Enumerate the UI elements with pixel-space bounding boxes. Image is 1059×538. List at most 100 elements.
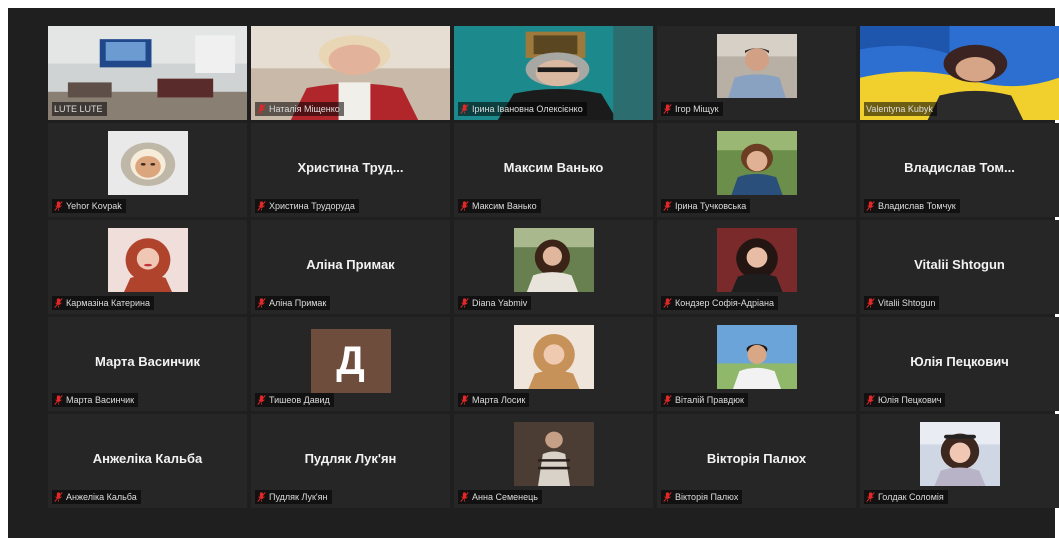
participant-name-label: Владислав Томчук bbox=[878, 201, 956, 211]
participant-name-label: Пудляк Лук'ян bbox=[269, 492, 328, 502]
participant-name-tag: Владислав Томчук bbox=[864, 199, 960, 213]
participant-tile[interactable]: Diana Yabmiv bbox=[454, 220, 653, 314]
participant-tile[interactable]: Марта Васинчик Марта Васинчик bbox=[48, 317, 247, 411]
mic-muted-icon bbox=[866, 201, 875, 211]
participant-tile[interactable]: Vitalii Shtogun Vitalii Shtogun bbox=[860, 220, 1059, 314]
participant-tile[interactable]: Ірина Івановна Олексієнко bbox=[454, 26, 653, 120]
participant-name-label: Наталія Міщенко bbox=[269, 104, 340, 114]
participant-tile[interactable]: Кармазіна Катерина bbox=[48, 220, 247, 314]
letter-avatar: Д bbox=[310, 329, 391, 393]
participant-name-tag: Пудляк Лук'ян bbox=[255, 490, 332, 504]
participant-name-label: Аліна Примак bbox=[269, 298, 327, 308]
participant-name-tag: Голдак Соломія bbox=[864, 490, 948, 504]
participant-name-tag: Віталій Правдюк bbox=[661, 393, 748, 407]
participant-display-name: Vitalii Shtogun bbox=[914, 257, 1005, 272]
participant-tile[interactable]: Вікторія Палюх Вікторія Палюх bbox=[657, 414, 856, 508]
participant-name-tag: Христина Трудоруда bbox=[255, 199, 359, 213]
participant-name-tag: Аліна Примак bbox=[255, 296, 331, 310]
participant-tile[interactable]: Анна Семенець bbox=[454, 414, 653, 508]
participant-tile[interactable]: Yehor Kovpak bbox=[48, 123, 247, 217]
mic-muted-icon bbox=[460, 104, 469, 114]
participant-tile[interactable]: Кондзер Софія-Адріана bbox=[657, 220, 856, 314]
participant-display-name: Пудляк Лук'ян bbox=[304, 451, 397, 466]
participant-name-label: Анжеліка Кальба bbox=[66, 492, 137, 502]
participant-grid: LUTE LUTE Наталія Міщенко Ірина Івановна О… bbox=[48, 26, 1059, 508]
participant-name-tag: Valentyna Kubyk bbox=[864, 102, 937, 116]
participant-name-tag: Vitalii Shtogun bbox=[864, 296, 940, 310]
participant-name-tag: Ігор Міщук bbox=[661, 102, 723, 116]
participant-name-label: Тишеов Давид bbox=[269, 395, 330, 405]
participant-name-label: LUTE LUTE bbox=[54, 104, 103, 114]
participant-display-name: Анжеліка Кальба bbox=[92, 451, 203, 466]
participant-tile[interactable]: LUTE LUTE bbox=[48, 26, 247, 120]
participant-tile[interactable]: Владислав Том... Владислав Томчук bbox=[860, 123, 1059, 217]
participant-name-label: Кондзер Софія-Адріана bbox=[675, 298, 775, 308]
participant-tile[interactable]: Пудляк Лук'ян Пудляк Лук'ян bbox=[251, 414, 450, 508]
mic-muted-icon bbox=[257, 298, 266, 308]
participant-tile[interactable]: Valentyna Kubyk bbox=[860, 26, 1059, 120]
participant-video bbox=[716, 34, 797, 98]
participant-tile[interactable]: Марта Лосик bbox=[454, 317, 653, 411]
participant-display-name: Христина Труд... bbox=[297, 160, 404, 175]
mic-muted-icon bbox=[54, 492, 63, 502]
participant-name-label: Ігор Міщук bbox=[675, 104, 719, 114]
participant-name-tag: Юлія Пецкович bbox=[864, 393, 946, 407]
participant-tile[interactable]: Віталій Правдюк bbox=[657, 317, 856, 411]
participant-tile[interactable]: Наталія Міщенко bbox=[251, 26, 450, 120]
participant-name-tag: Анна Семенець bbox=[458, 490, 542, 504]
participant-tile[interactable]: Христина Труд... Христина Трудоруда bbox=[251, 123, 450, 217]
mic-muted-icon bbox=[866, 395, 875, 405]
participant-name-tag: Тишеов Давид bbox=[255, 393, 334, 407]
participant-tile[interactable]: Юлія Пецкович Юлія Пецкович bbox=[860, 317, 1059, 411]
participant-name-label: Valentyna Kubyk bbox=[866, 104, 933, 114]
participant-name-tag: Вікторія Палюх bbox=[661, 490, 743, 504]
participant-name-tag: Наталія Міщенко bbox=[255, 102, 344, 116]
participant-tile[interactable]: Д Тишеов Давид bbox=[251, 317, 450, 411]
participant-name-tag: Марта Лосик bbox=[458, 393, 530, 407]
participant-tile[interactable]: Максим Ванько Максим Ванько bbox=[454, 123, 653, 217]
mic-muted-icon bbox=[663, 298, 672, 308]
participant-name-label: Yehor Kovpak bbox=[66, 201, 122, 211]
participant-name-label: Анна Семенець bbox=[472, 492, 538, 502]
mic-muted-icon bbox=[257, 395, 266, 405]
participant-tile[interactable]: Анжеліка Кальба Анжеліка Кальба bbox=[48, 414, 247, 508]
participant-name-tag: Марта Васинчик bbox=[52, 393, 139, 407]
mic-muted-icon bbox=[54, 298, 63, 308]
participant-video bbox=[513, 325, 594, 389]
participant-name-label: Ірина Тучковська bbox=[675, 201, 747, 211]
mic-muted-icon bbox=[257, 104, 266, 114]
participant-name-label: Марта Васинчик bbox=[66, 395, 135, 405]
participant-tile[interactable]: Ірина Тучковська bbox=[657, 123, 856, 217]
mic-muted-icon bbox=[460, 492, 469, 502]
mic-muted-icon bbox=[257, 492, 266, 502]
participant-video bbox=[107, 131, 188, 195]
participant-display-name: Вікторія Палюх bbox=[706, 451, 807, 466]
participant-name-label: Diana Yabmiv bbox=[472, 298, 528, 308]
participant-video bbox=[716, 131, 797, 195]
mic-muted-icon bbox=[866, 492, 875, 502]
participant-tile[interactable]: Ігор Міщук bbox=[657, 26, 856, 120]
participant-name-tag: Yehor Kovpak bbox=[52, 199, 126, 213]
mic-muted-icon bbox=[257, 201, 266, 211]
participant-name-tag: Кармазіна Катерина bbox=[52, 296, 155, 310]
mic-muted-icon bbox=[663, 201, 672, 211]
participant-name-label: Віталій Правдюк bbox=[675, 395, 744, 405]
participant-name-label: Максим Ванько bbox=[472, 201, 537, 211]
participant-video bbox=[919, 422, 1000, 486]
participant-name-tag: Ірина Тучковська bbox=[661, 199, 751, 213]
participant-name-label: Vitalii Shtogun bbox=[878, 298, 936, 308]
participant-name-label: Юлія Пецкович bbox=[878, 395, 942, 405]
video-call-gallery: LUTE LUTE Наталія Міщенко Ірина Івановна О… bbox=[8, 8, 1059, 538]
participant-name-tag: Максим Ванько bbox=[458, 199, 541, 213]
participant-name-label: Вікторія Палюх bbox=[675, 492, 739, 502]
participant-tile[interactable]: Голдак Соломія bbox=[860, 414, 1059, 508]
participant-name-label: Кармазіна Катерина bbox=[66, 298, 151, 308]
mic-muted-icon bbox=[54, 395, 63, 405]
participant-video bbox=[716, 325, 797, 389]
participant-video bbox=[513, 422, 594, 486]
participant-name-tag: Анжеліка Кальба bbox=[52, 490, 141, 504]
mic-muted-icon bbox=[663, 104, 672, 114]
participant-tile[interactable]: Аліна Примак Аліна Примак bbox=[251, 220, 450, 314]
mic-muted-icon bbox=[866, 298, 875, 308]
participant-name-label: Христина Трудоруда bbox=[269, 201, 355, 211]
